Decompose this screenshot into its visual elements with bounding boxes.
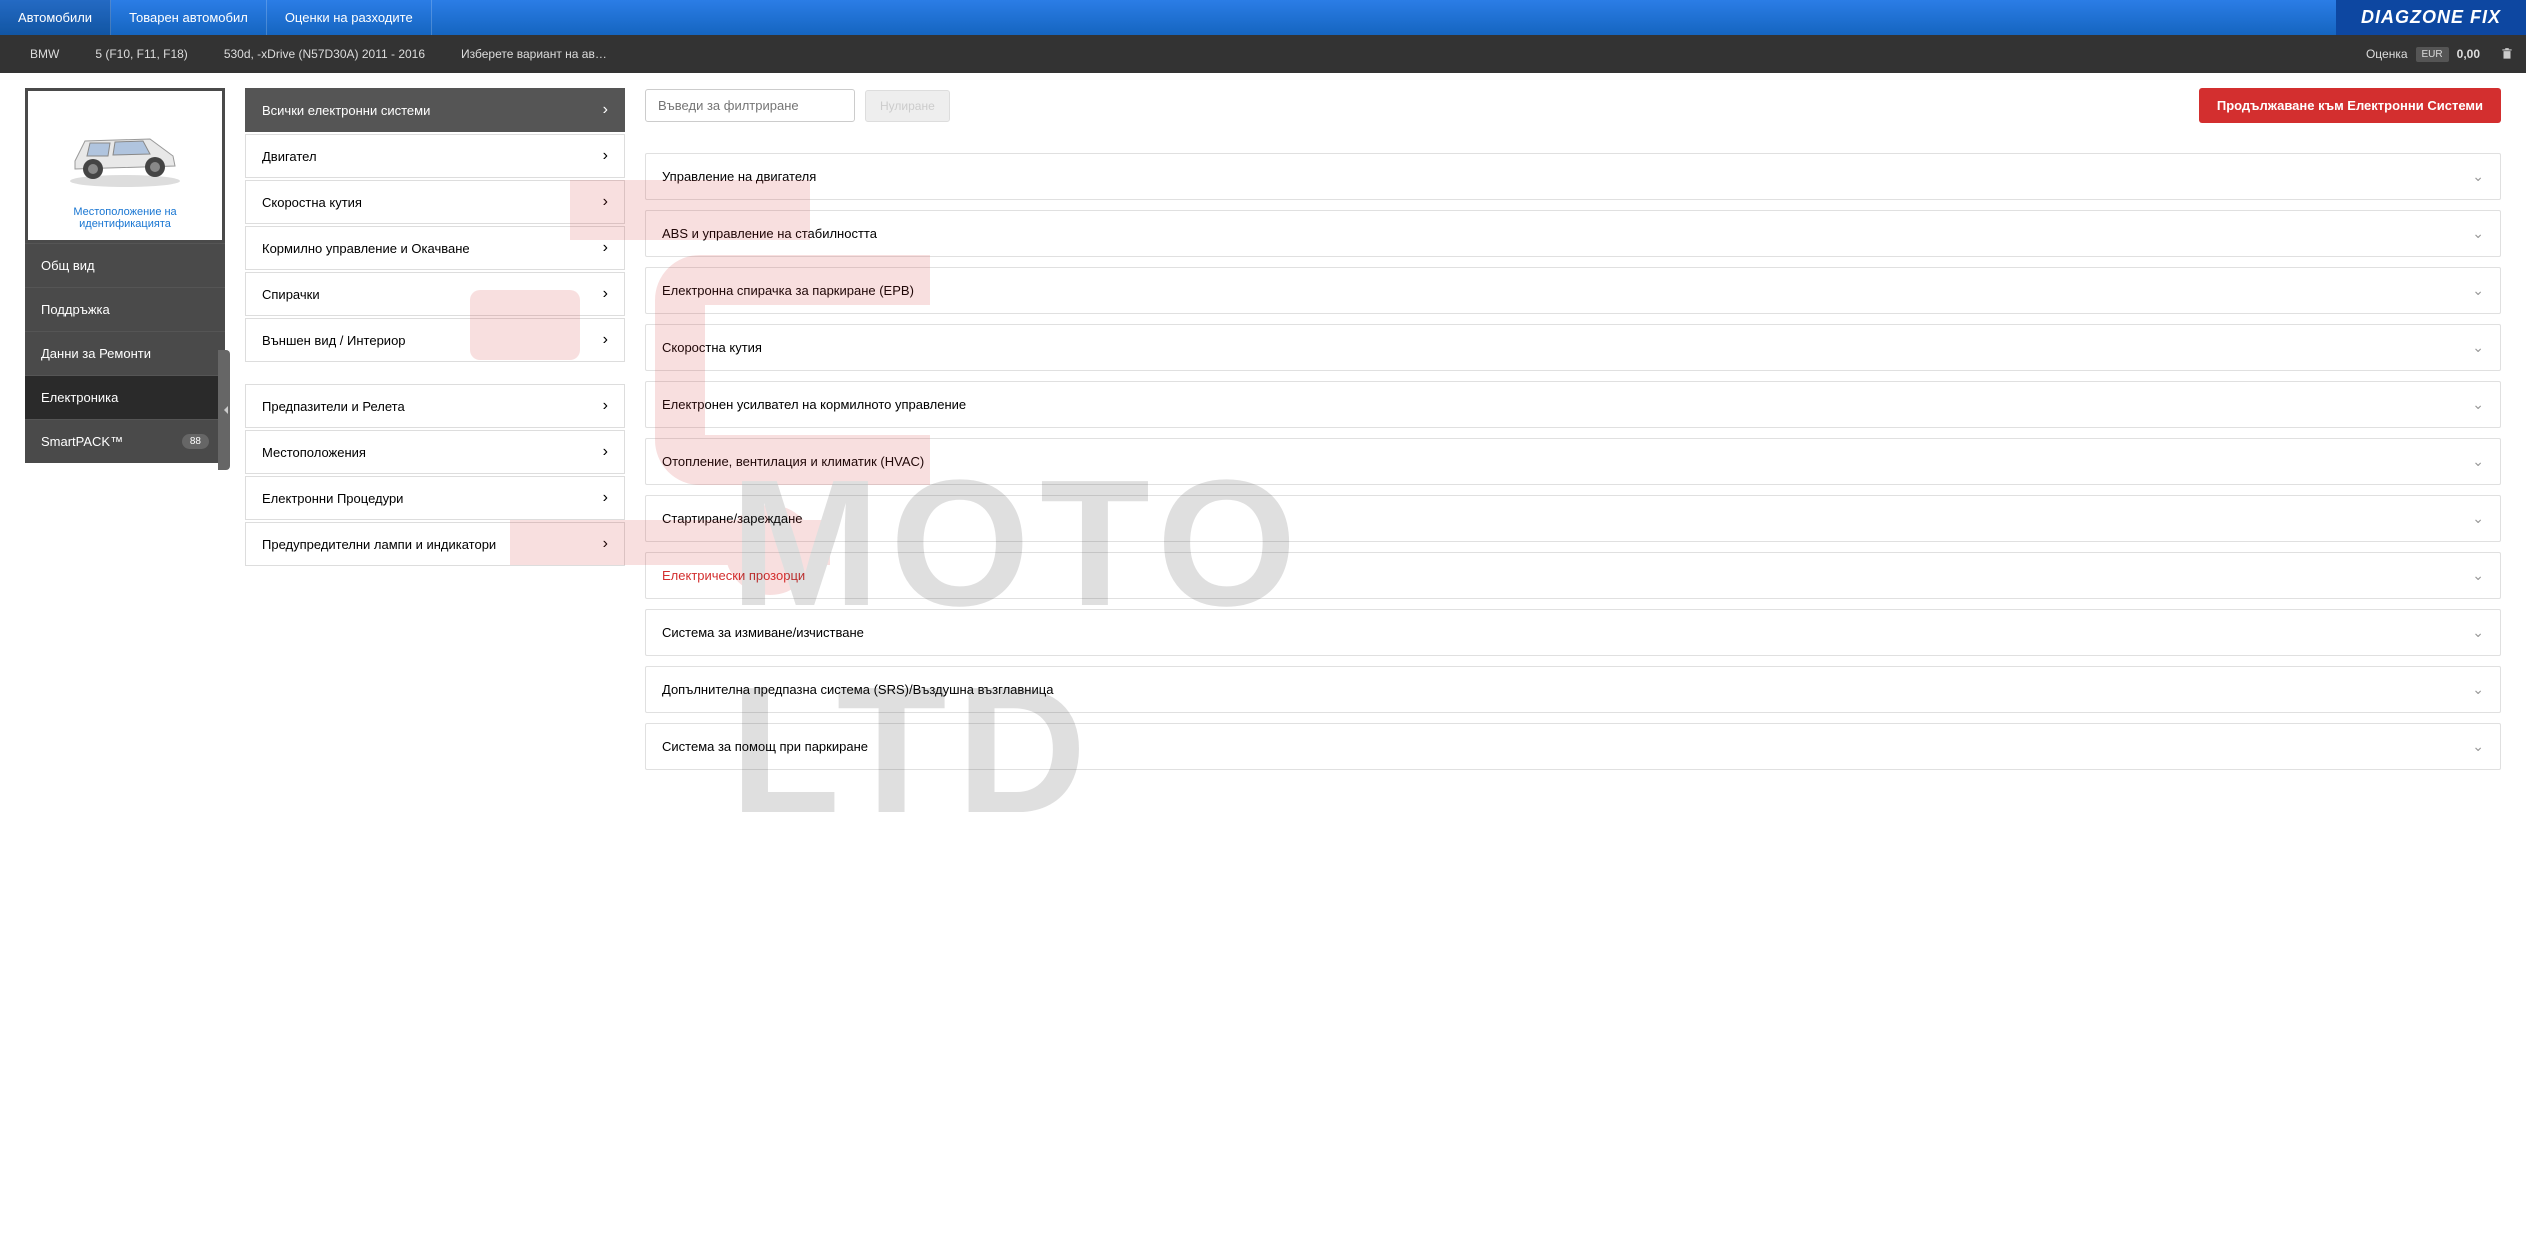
system-item-10[interactable]: Система за помощ при паркиране ⌄ xyxy=(645,723,2501,770)
system-item-3[interactable]: Скоростна кутия ⌄ xyxy=(645,324,2501,371)
estimate-value: 0,00 xyxy=(2457,47,2480,61)
chevron-down-icon: ⌄ xyxy=(2472,510,2484,527)
system-item-7[interactable]: Електрически прозорци ⌄ xyxy=(645,552,2501,599)
estimate-label: Оценка xyxy=(2366,47,2408,61)
chevron-right-icon: › xyxy=(603,193,608,211)
chevron-down-icon: ⌄ xyxy=(2472,282,2484,299)
system-label: Управление на двигателя xyxy=(662,169,816,184)
category-item-10[interactable]: Предупредителни лампи и индикатори › xyxy=(245,522,625,566)
category-label: Скоростна кутия xyxy=(262,195,362,210)
chevron-down-icon: ⌄ xyxy=(2472,396,2484,413)
chevron-right-icon: › xyxy=(603,489,608,507)
system-label: Отопление, вентилация и климатик (HVAC) xyxy=(662,454,924,469)
system-item-2[interactable]: Електронна спирачка за паркиране (EPB) ⌄ xyxy=(645,267,2501,314)
sidebar-item-label: Електроника xyxy=(41,390,118,405)
category-item-0[interactable]: Всички електронни системи › xyxy=(245,88,625,132)
system-label: Електронна спирачка за паркиране (EPB) xyxy=(662,283,914,298)
vehicle-card: Местоположение на идентификацията xyxy=(28,91,222,240)
category-label: Всички електронни системи xyxy=(262,103,430,118)
vehicle-image xyxy=(55,111,195,191)
system-label: Система за измиване/изчистване xyxy=(662,625,864,640)
system-item-1[interactable]: ABS и управление на стабилността ⌄ xyxy=(645,210,2501,257)
category-item-2[interactable]: Скоростна кутия › xyxy=(245,180,625,224)
category-item-3[interactable]: Кормилно управление и Окачване › xyxy=(245,226,625,270)
chevron-down-icon: ⌄ xyxy=(2472,738,2484,755)
category-list: Всички електронни системи›Двигател›Скоро… xyxy=(245,88,625,568)
sidebar: Местоположение на идентификацията Общ ви… xyxy=(25,88,225,463)
reset-button[interactable]: Нулиране xyxy=(865,90,950,122)
category-item-4[interactable]: Спирачки › xyxy=(245,272,625,316)
sidebar-collapse-handle[interactable] xyxy=(218,350,230,470)
breadcrumb-engine[interactable]: 530d, -xDrive (N57D30A) 2011 - 2016 xyxy=(206,47,443,61)
system-label: Скоростна кутия xyxy=(662,340,762,355)
vehicle-id-link[interactable]: Местоположение на идентификацията xyxy=(38,206,212,230)
chevron-right-icon: › xyxy=(603,285,608,303)
nav-cars[interactable]: Автомобили xyxy=(0,0,111,35)
chevron-down-icon: ⌄ xyxy=(2472,624,2484,641)
category-label: Предупредителни лампи и индикатори xyxy=(262,537,496,552)
main-panel: Нулиране Продължаване към Електронни Сис… xyxy=(645,88,2501,780)
sidebar-item-label: Данни за Ремонти xyxy=(41,346,151,361)
breadcrumb-variant[interactable]: Изберете вариант на ав… xyxy=(443,47,625,61)
category-label: Електронни Процедури xyxy=(262,491,403,506)
category-label: Спирачки xyxy=(262,287,320,302)
chevron-down-icon: ⌄ xyxy=(2472,168,2484,185)
chevron-down-icon: ⌄ xyxy=(2472,225,2484,242)
chevron-right-icon: › xyxy=(603,147,608,165)
nav-estimates[interactable]: Оценки на разходите xyxy=(267,0,432,35)
chevron-right-icon: › xyxy=(603,535,608,553)
category-label: Кормилно управление и Окачване xyxy=(262,241,470,256)
estimate-currency: EUR xyxy=(2416,47,2449,62)
system-item-8[interactable]: Система за измиване/изчистване ⌄ xyxy=(645,609,2501,656)
category-label: Двигател xyxy=(262,149,317,164)
chevron-right-icon: › xyxy=(603,397,608,415)
breadcrumb-model[interactable]: 5 (F10, F11, F18) xyxy=(77,47,205,61)
system-item-5[interactable]: Отопление, вентилация и климатик (HVAC) ⌄ xyxy=(645,438,2501,485)
system-label: ABS и управление на стабилността xyxy=(662,226,877,241)
system-label: Допълнителна предпазна система (SRS)/Въз… xyxy=(662,682,1053,697)
chevron-right-icon: › xyxy=(603,101,608,119)
brand-logo: DIAGZONE FIX xyxy=(2336,0,2526,35)
chevron-down-icon: ⌄ xyxy=(2472,339,2484,356)
system-item-0[interactable]: Управление на двигателя ⌄ xyxy=(645,153,2501,200)
breadcrumb: BMW 5 (F10, F11, F18) 530d, -xDrive (N57… xyxy=(0,35,2526,73)
chevron-down-icon: ⌄ xyxy=(2472,681,2484,698)
sidebar-item-2[interactable]: Данни за Ремонти xyxy=(25,331,225,375)
category-item-9[interactable]: Електронни Процедури › xyxy=(245,476,625,520)
system-item-6[interactable]: Стартиране/зареждане ⌄ xyxy=(645,495,2501,542)
category-item-5[interactable]: Външен вид / Интериор › xyxy=(245,318,625,362)
category-item-1[interactable]: Двигател › xyxy=(245,134,625,178)
category-label: Местоположения xyxy=(262,445,366,460)
system-label: Електрически прозорци xyxy=(662,568,805,583)
sidebar-item-1[interactable]: Поддръжка xyxy=(25,287,225,331)
sidebar-item-4[interactable]: SmartPACK™ 88 xyxy=(25,419,225,463)
sidebar-item-3[interactable]: Електроника xyxy=(25,375,225,419)
category-item-8[interactable]: Местоположения › xyxy=(245,430,625,474)
filter-input[interactable] xyxy=(645,89,855,122)
top-nav: Автомобили Товарен автомобил Оценки на р… xyxy=(0,0,2526,35)
sidebar-item-label: SmartPACK™ xyxy=(41,434,123,449)
category-item-7[interactable]: Предпазители и Релета › xyxy=(245,384,625,428)
estimate-display: Оценка EUR 0,00 xyxy=(2366,47,2500,62)
sidebar-badge: 88 xyxy=(182,434,209,449)
system-item-4[interactable]: Електронен усилвател на кормилното управ… xyxy=(645,381,2501,428)
sidebar-item-0[interactable]: Общ вид xyxy=(25,243,225,287)
continue-button[interactable]: Продължаване към Електронни Системи xyxy=(2199,88,2501,123)
system-label: Система за помощ при паркиране xyxy=(662,739,868,754)
category-label: Външен вид / Интериор xyxy=(262,333,406,348)
nav-trucks[interactable]: Товарен автомобил xyxy=(111,0,267,35)
chevron-down-icon: ⌄ xyxy=(2472,567,2484,584)
sidebar-item-label: Общ вид xyxy=(41,258,95,273)
category-label: Предпазители и Релета xyxy=(262,399,405,414)
trash-icon[interactable] xyxy=(2500,46,2514,62)
chevron-down-icon: ⌄ xyxy=(2472,453,2484,470)
chevron-right-icon: › xyxy=(603,443,608,461)
breadcrumb-make[interactable]: BMW xyxy=(12,47,77,61)
chevron-right-icon: › xyxy=(603,239,608,257)
chevron-right-icon: › xyxy=(603,331,608,349)
system-label: Стартиране/зареждане xyxy=(662,511,803,526)
system-label: Електронен усилвател на кормилното управ… xyxy=(662,397,966,412)
sidebar-item-label: Поддръжка xyxy=(41,302,110,317)
system-item-9[interactable]: Допълнителна предпазна система (SRS)/Въз… xyxy=(645,666,2501,713)
